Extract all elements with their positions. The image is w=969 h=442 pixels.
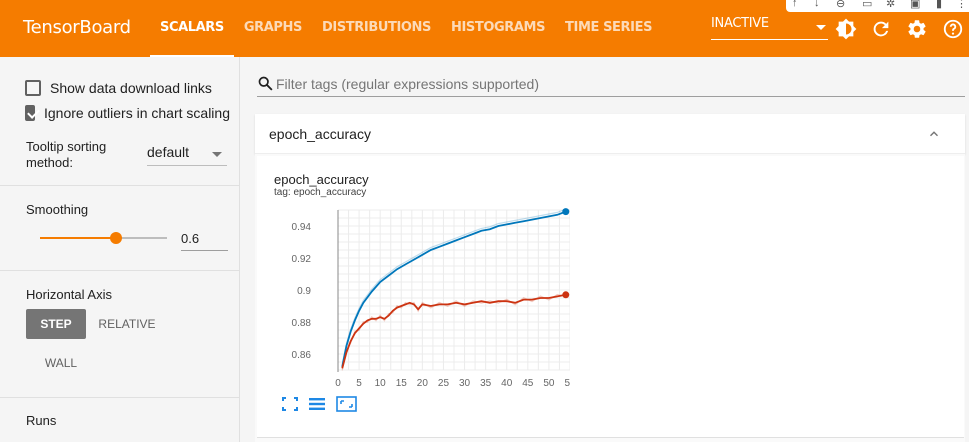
delete-icon[interactable]: ▮	[936, 0, 942, 10]
chevron-down-icon	[212, 152, 222, 157]
y-tick-label: 0.9	[297, 286, 311, 297]
tooltip-sorting-label: Tooltip sorting method:	[26, 139, 106, 171]
theme-icon[interactable]	[835, 18, 857, 40]
settings-icon[interactable]	[906, 18, 928, 40]
x-tick-label: 10	[375, 378, 387, 389]
gear-icon[interactable]: ✲	[886, 0, 895, 10]
chart-tag: tag: epoch_accuracy	[274, 187, 367, 198]
epoch-accuracy-chart[interactable]: 0.86 0.88 0.9 0.92 0.94 0 5 10 15 20 25 30 35 40 45 50 5…	[270, 200, 570, 392]
tab-graphs[interactable]: GRAPHS	[234, 0, 312, 57]
smoothing-slider-handle[interactable]	[110, 232, 123, 244]
ignore-outliers-label: Ignore outliers in chart scaling	[44, 105, 230, 121]
x-tick-label: 30	[459, 378, 471, 389]
divider	[0, 270, 240, 271]
toggle-log-scale-icon[interactable]	[308, 396, 326, 412]
search-icon	[258, 76, 273, 91]
comment-icon[interactable]: ▭	[862, 0, 872, 10]
run-status-value: INACTIVE	[711, 16, 769, 31]
category-title: epoch_accuracy	[269, 126, 371, 142]
tooltip-sorting-label-line1: Tooltip sorting	[26, 139, 107, 154]
tag-filter-placeholder: Filter tags (regular expressions support…	[276, 76, 540, 92]
ignore-outliers-checkbox[interactable]	[25, 105, 35, 121]
y-tick-label: 0.86	[292, 350, 312, 361]
help-icon[interactable]	[942, 18, 964, 40]
y-tick-label: 0.92	[292, 254, 312, 265]
x-tick-label: 25	[438, 378, 450, 389]
series-end-point[interactable]	[562, 208, 570, 216]
x-tick-label: 5	[356, 378, 362, 389]
sidebar: Show data download links Ignore outliers…	[0, 57, 240, 442]
x-tick-label: 55	[564, 378, 570, 389]
y-tick-label: 0.94	[292, 222, 312, 233]
show-download-links-option[interactable]: Show data download links	[25, 80, 212, 96]
smoothing-input[interactable]: 0.6	[181, 229, 228, 251]
horizontal-axis-label: Horizontal Axis	[26, 287, 112, 302]
chevron-down-icon	[816, 25, 826, 30]
chevron-up-icon[interactable]	[927, 127, 941, 141]
more-icon[interactable]: ⋮	[956, 0, 967, 10]
x-tick-label: 50	[543, 378, 555, 389]
x-tick-label: 15	[396, 378, 408, 389]
smoothing-slider-fill	[40, 237, 117, 239]
chart-title: epoch_accuracy	[274, 172, 369, 187]
top-app-bar: TensorBoard SCALARS GRAPHS DISTRIBUTIONS…	[0, 0, 969, 57]
runs-label: Runs	[26, 413, 57, 428]
tab-scalars[interactable]: SCALARS	[150, 0, 234, 57]
reload-icon[interactable]	[870, 18, 892, 40]
show-download-links-checkbox[interactable]	[25, 80, 41, 96]
axis-relative-button[interactable]: RELATIVE	[94, 309, 160, 339]
fullscreen-icon[interactable]	[281, 396, 299, 412]
tooltip-sorting-value: default	[147, 144, 190, 160]
tooltip-sorting-label-line2: method:	[26, 155, 73, 170]
window-icon[interactable]: ▣	[910, 0, 920, 10]
x-tick-label: 35	[480, 378, 492, 389]
series-end-point[interactable]	[562, 291, 570, 299]
tooltip-sorting-dropdown[interactable]: default	[147, 144, 227, 166]
smoothing-label: Smoothing	[26, 202, 89, 217]
arrow-up-icon[interactable]: ↑	[792, 0, 798, 9]
x-tick-label: 0	[335, 378, 341, 389]
axis-wall-button[interactable]: WALL	[32, 348, 90, 378]
tab-time-series[interactable]: TIME SERIES	[555, 0, 662, 57]
axis-step-button[interactable]: STEP	[26, 309, 86, 339]
tab-distributions[interactable]: DISTRIBUTIONS	[312, 0, 441, 57]
run-status-dropdown[interactable]: INACTIVE	[711, 16, 828, 40]
tab-histograms[interactable]: HISTOGRAMS	[441, 0, 555, 57]
browser-extension-toolbar: ↑ ↓ ⊖ ▭ ✲ ▣ ▮ ⋮	[786, 0, 969, 12]
divider	[0, 185, 240, 186]
x-tick-label: 45	[522, 378, 534, 389]
link-icon[interactable]: ⊖	[836, 0, 845, 10]
tag-filter-input[interactable]: Filter tags (regular expressions support…	[257, 71, 965, 97]
main-nav: SCALARS GRAPHS DISTRIBUTIONS HISTOGRAMS …	[150, 0, 662, 57]
show-download-links-label: Show data download links	[50, 80, 212, 96]
x-tick-label: 40	[501, 378, 513, 389]
fit-domain-icon[interactable]	[336, 396, 357, 412]
category-header[interactable]: epoch_accuracy	[255, 114, 965, 154]
y-tick-label: 0.88	[292, 318, 312, 329]
arrow-down-icon[interactable]: ↓	[814, 0, 820, 9]
x-tick-label: 20	[417, 378, 429, 389]
ignore-outliers-option[interactable]: Ignore outliers in chart scaling	[25, 105, 230, 121]
app-title: TensorBoard	[23, 17, 131, 38]
smoothing-slider[interactable]	[40, 232, 167, 244]
divider	[0, 397, 240, 398]
